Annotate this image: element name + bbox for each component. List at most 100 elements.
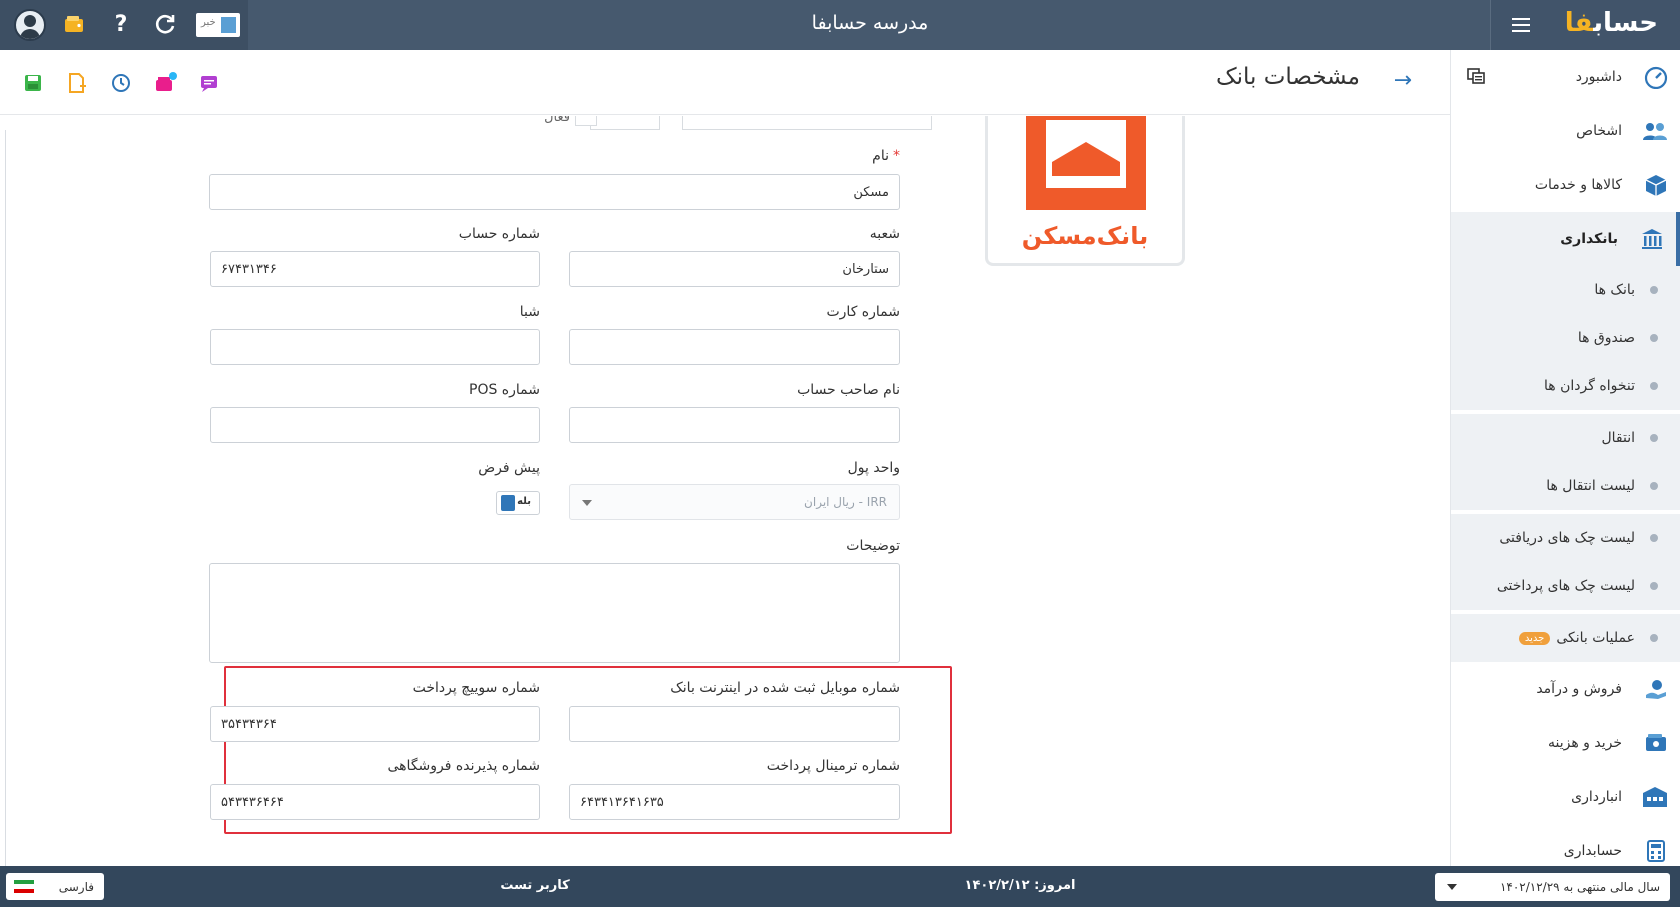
active-checkbox[interactable] [575, 116, 597, 126]
sidebar-item-warehouse[interactable]: انبارداری [1451, 770, 1680, 824]
sidebar-item-products[interactable]: کالاها و خدمات [1451, 158, 1680, 212]
sidebar-item-people[interactable]: اشخاص [1451, 104, 1680, 158]
purchase-icon [1644, 731, 1668, 755]
sidebar-item-label: انبارداری [1571, 789, 1622, 805]
sidebar-item-label: کالاها و خدمات [1534, 177, 1622, 193]
default-label: پیش فرض [478, 460, 540, 476]
fiscal-year-select[interactable]: سال مالی منتهی به ۱۴۰۲/۱۲/۲۹ [1435, 873, 1670, 901]
bank-logo-roof-base [1052, 162, 1120, 176]
current-user: کاربر تست [500, 878, 570, 893]
fiscal-year-value: سال مالی منتهی به ۱۴۰۲/۱۲/۲۹ [1499, 880, 1660, 894]
archive-icon[interactable] [154, 72, 177, 94]
name-label-text: نام [872, 148, 889, 164]
menu-hamburger-icon[interactable] [1512, 14, 1530, 36]
sidebar-sub-label: انتقال [1601, 430, 1635, 446]
merchant-input[interactable]: ۵۴۳۴۳۶۴۶۴ [210, 784, 540, 820]
history-clock-icon[interactable] [110, 72, 132, 94]
sidebar-sub-label: لیست انتقال ها [1546, 478, 1635, 494]
save-icon[interactable] [22, 72, 44, 94]
bank-logo-mark [1026, 116, 1146, 210]
sidebar-item-sales[interactable]: فروش و درآمد [1451, 662, 1680, 716]
default-toggle[interactable]: بله [496, 491, 540, 515]
required-asterisk-icon: * [893, 148, 900, 164]
user-avatar[interactable] [14, 9, 46, 41]
account-holder-input[interactable] [569, 407, 900, 443]
mobile-label: شماره موبایل ثبت شده در اینترنت بانک [670, 680, 900, 696]
clipped-toggle[interactable] [590, 116, 660, 130]
terminal-input[interactable]: ۶۴۳۴۱۳۶۴۱۶۳۵ [569, 784, 900, 820]
name-input[interactable]: مسکن [209, 174, 900, 210]
box-icon [1644, 173, 1668, 197]
currency-select-value: IRR - ریال ایران [804, 495, 887, 509]
sidebar-item-banking[interactable]: بانکداری [1451, 212, 1680, 266]
currency-select[interactable]: IRR - ریال ایران [569, 484, 900, 520]
language-selector[interactable]: فارسی [6, 873, 104, 900]
sidebar: داشبورد اشخاص کالاها و خدمات بانکداری با… [1450, 50, 1680, 866]
card-number-input[interactable] [569, 329, 900, 365]
mobile-input[interactable] [569, 706, 900, 742]
toggle-knob [501, 495, 515, 511]
brand-logo-main: حساب [1593, 8, 1659, 38]
account-number-label: شماره حساب [458, 226, 540, 242]
status-bar: فارسی کاربر تست امروز: ۱۴۰۲/۲/۱۲ سال مال… [0, 866, 1680, 907]
accounting-icon [1644, 839, 1668, 863]
help-icon[interactable]: ? [108, 12, 134, 38]
content-area: فعال بانک‌مسکن *نام مسکن شعبه ستارخان شم… [0, 116, 1450, 866]
bank-icon [1640, 227, 1664, 251]
app-title: مدرسه حسابفا [811, 12, 929, 34]
chevron-down-icon [1447, 884, 1457, 890]
sidebar-item-label: فروش و درآمد [1536, 681, 1622, 697]
pos-label: شماره POS [469, 382, 540, 398]
iran-flag-icon [14, 880, 34, 893]
bank-form: فعال بانک‌مسکن *نام مسکن شعبه ستارخان شم… [0, 116, 1450, 866]
terminal-label: شماره ترمینال پرداخت [766, 758, 900, 774]
back-arrow-icon[interactable]: → [1394, 68, 1412, 93]
page-title: مشخصات بانک [1216, 64, 1360, 90]
pos-input[interactable] [210, 407, 540, 443]
sidebar-sub-label: بانک ها [1594, 282, 1635, 298]
sidebar-sub-label: عملیات بانکی [1556, 630, 1635, 646]
sidebar-item-label: خرید و هزینه [1547, 735, 1622, 751]
account-number-input[interactable]: ۶۷۴۳۱۳۴۶ [210, 251, 540, 287]
wallet-icon[interactable] [62, 12, 88, 38]
sheba-input[interactable] [210, 329, 540, 365]
active-label: فعال [544, 116, 570, 125]
sidebar-sub-bank-operations[interactable]: عملیات بانکی جدید [1451, 614, 1680, 662]
top-toolbar: ? خبر [0, 0, 248, 50]
sidebar-item-dashboard[interactable]: داشبورد [1451, 50, 1680, 104]
today-date: امروز: ۱۴۰۲/۲/۱۲ [964, 878, 1076, 893]
sidebar-sub-transfer[interactable]: انتقال [1451, 414, 1680, 462]
bank-logo: بانک‌مسکن [985, 116, 1185, 266]
sidebar-item-purchase[interactable]: خرید و هزینه [1451, 716, 1680, 770]
branch-label: شعبه [869, 226, 900, 242]
sales-icon [1644, 677, 1668, 701]
news-button[interactable]: خبر [196, 13, 240, 37]
sidebar-sub-cash-boxes[interactable]: صندوق ها [1451, 314, 1680, 362]
dashboard-icon [1644, 65, 1668, 90]
sidebar-sub-label: تنخواه گردان ها [1544, 378, 1635, 394]
merchant-label: شماره پذیرنده فروشگاهی [387, 758, 541, 774]
sidebar-item-label: بانکداری [1560, 231, 1618, 247]
page-header: → مشخصات بانک [0, 50, 1450, 115]
comment-icon[interactable] [198, 72, 220, 94]
sidebar-item-label: اشخاص [1576, 123, 1622, 139]
sidebar-sub-received-cheques[interactable]: لیست چک های دریافتی [1451, 514, 1680, 562]
description-textarea[interactable] [209, 563, 900, 663]
warehouse-icon [1643, 785, 1668, 809]
sidebar-sub-transfer-list[interactable]: لیست انتقال ها [1451, 462, 1680, 510]
refresh-icon[interactable] [152, 12, 178, 38]
news-label: خبر [201, 17, 216, 28]
new-document-icon[interactable] [66, 72, 88, 94]
sidebar-sub-banks[interactable]: بانک ها [1451, 266, 1680, 314]
switch-label: شماره سوییچ پرداخت [412, 680, 540, 696]
clipped-field [682, 116, 932, 130]
switch-input[interactable]: ۳۵۴۳۴۳۶۴ [210, 706, 540, 742]
bank-logo-roof [1052, 142, 1120, 162]
sidebar-sub-petty-cash[interactable]: تنخواه گردان ها [1451, 362, 1680, 410]
account-holder-label: نام صاحب حساب [797, 382, 900, 398]
branch-input[interactable]: ستارخان [569, 251, 900, 287]
name-label: *نام [872, 148, 900, 164]
bank-logo-text: بانک‌مسکن [1021, 222, 1149, 250]
sheba-label: شبا [519, 304, 540, 320]
sidebar-sub-paid-cheques[interactable]: لیست چک های پرداختی [1451, 562, 1680, 610]
